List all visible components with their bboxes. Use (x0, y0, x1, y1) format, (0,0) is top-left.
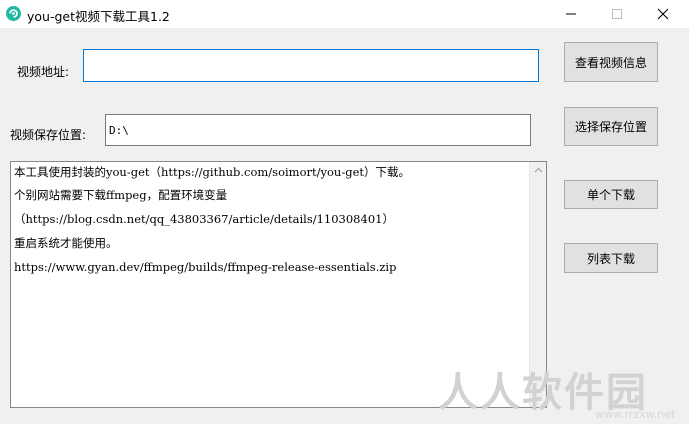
app-window: you-get视频下载工具1.2 视频地址: 视频保存位置: 查看视频信息 选择… (0, 0, 689, 424)
choose-save-path-button[interactable]: 选择保存位置 (564, 107, 658, 146)
log-line: 本工具使用封装的you-get（https://github.com/soimo… (14, 165, 410, 179)
scroll-up-icon[interactable] (532, 165, 544, 175)
watermark-url: www.rrzxw.net (595, 408, 676, 421)
single-download-button[interactable]: 单个下载 (564, 180, 658, 209)
close-icon (657, 8, 669, 20)
log-line: （https://blog.csdn.net/qq_43803367/artic… (14, 212, 394, 226)
log-line: 重启系统才能使用。 (14, 236, 118, 250)
app-logo-icon (6, 6, 21, 21)
save-path-input[interactable] (105, 114, 531, 146)
title-bar[interactable]: you-get视频下载工具1.2 (0, 0, 689, 28)
view-video-info-button[interactable]: 查看视频信息 (564, 42, 658, 82)
list-download-button[interactable]: 列表下载 (564, 243, 658, 273)
window-title: you-get视频下载工具1.2 (27, 9, 170, 24)
close-button[interactable] (640, 0, 686, 28)
minimize-icon (566, 13, 576, 15)
log-line: 个别网站需要下载ffmpeg，配置环境变量 (14, 188, 228, 202)
url-input[interactable] (83, 49, 539, 82)
log-line: https://www.gyan.dev/ffmpeg/builds/ffmpe… (14, 260, 397, 274)
maximize-button[interactable] (594, 0, 640, 28)
minimize-button[interactable] (548, 0, 594, 28)
maximize-icon (612, 9, 622, 19)
save-path-label: 视频保存位置: (10, 128, 87, 142)
url-label: 视频地址: (17, 65, 70, 79)
